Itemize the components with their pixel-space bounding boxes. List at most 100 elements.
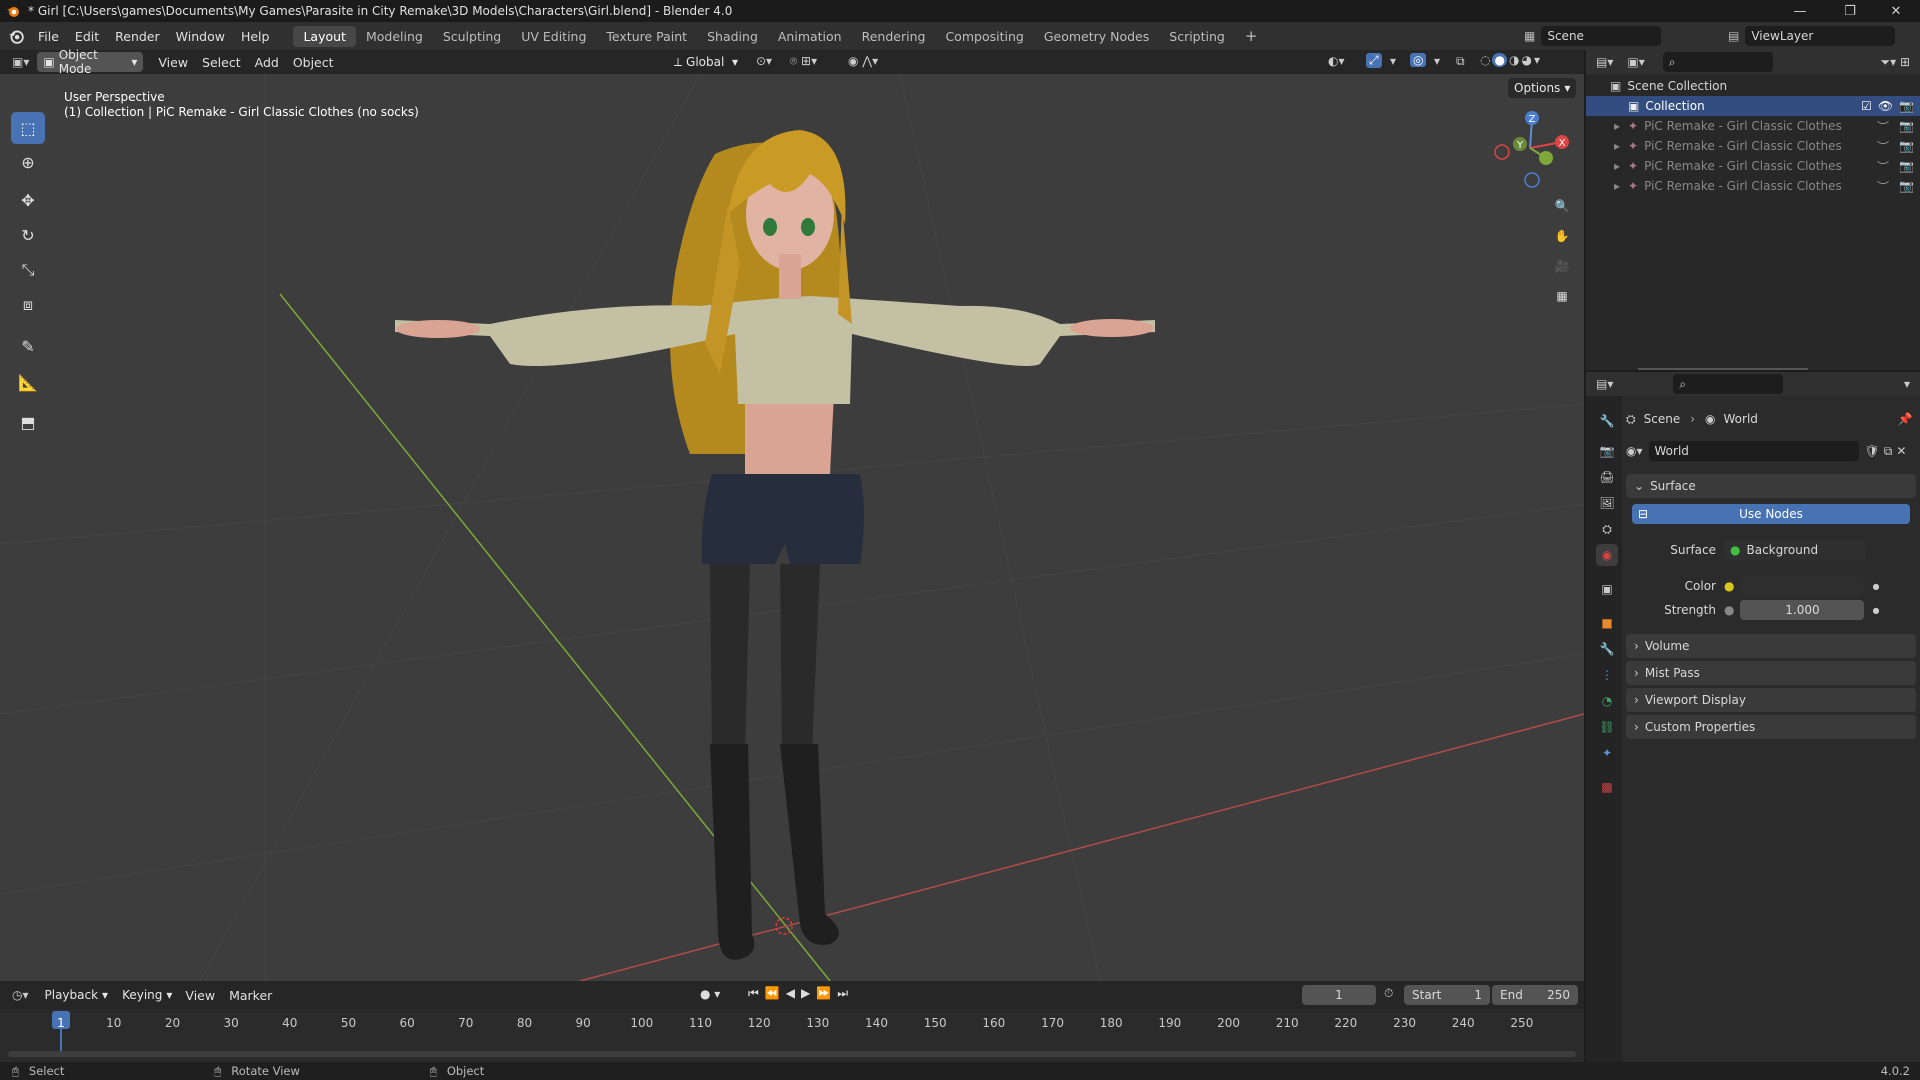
unlink-icon[interactable]: ✕ — [1896, 444, 1906, 458]
close-button[interactable]: ✕ — [1876, 0, 1916, 22]
tab-uv-editing[interactable]: UV Editing — [511, 26, 596, 47]
hidden-eye-icon[interactable]: ︶ — [1877, 158, 1889, 175]
visibility-eye-icon[interactable]: 👁 — [1878, 99, 1893, 113]
outliner-scene-collection[interactable]: ▣ Scene Collection — [1586, 76, 1920, 96]
pivot-icon[interactable]: ⊙▾ — [756, 54, 772, 68]
viewlayer-field[interactable]: ViewLayer — [1745, 26, 1896, 46]
end-frame-field[interactable]: End 250 — [1492, 985, 1578, 1005]
annotate-tool[interactable]: ✎ — [11, 330, 45, 362]
tab-modeling[interactable]: Modeling — [356, 26, 433, 47]
custom-properties-panel-header[interactable]: › Custom Properties — [1626, 715, 1916, 739]
expand-arrow-icon[interactable]: ▸ — [1614, 119, 1620, 133]
start-frame-field[interactable]: Start 1 — [1404, 985, 1490, 1005]
stopwatch-icon[interactable]: ⏱ — [1384, 986, 1393, 1001]
render-camera-icon[interactable]: 📷 — [1899, 179, 1914, 193]
tab-animation[interactable]: Animation — [768, 26, 852, 47]
render-camera-icon[interactable]: 📷 — [1899, 159, 1914, 173]
world-browse-icon[interactable]: ◉▾ — [1626, 444, 1643, 458]
playback-menu[interactable]: Playback ▾ — [38, 985, 115, 1005]
tab-layout[interactable]: Layout — [293, 25, 356, 47]
tab-view-layer-icon[interactable]: 🖼 — [1596, 492, 1618, 514]
editor-type-icon[interactable]: ▣▾ — [12, 55, 29, 69]
wireframe-shading-icon[interactable]: ◌ — [1480, 53, 1490, 67]
add-cube-tool[interactable]: ⬒ — [11, 406, 45, 438]
color-swatch[interactable] — [1740, 576, 1865, 596]
collection-checkbox-icon[interactable]: ☑ — [1861, 99, 1872, 113]
tab-shading[interactable]: Shading — [697, 26, 768, 47]
keyframe-dot-icon[interactable]: ● — [1872, 582, 1879, 591]
keyframe-dot-icon[interactable]: ● — [1872, 606, 1879, 615]
navigation-gizmo[interactable]: Z X Y — [1490, 108, 1570, 188]
select-box-tool[interactable]: ⬚ — [11, 112, 45, 144]
viewport-display-panel-header[interactable]: › Viewport Display — [1626, 688, 1916, 712]
outliner-item[interactable]: ▸ ✦ PiC Remake - Girl Classic Clothes no… — [1586, 176, 1920, 196]
hidden-eye-icon[interactable]: ︶ — [1877, 118, 1889, 135]
character-model[interactable] — [395, 130, 1155, 960]
tab-scene-icon[interactable]: ⛭ — [1596, 518, 1618, 540]
outliner-editor-icon[interactable]: ▤▾ — [1596, 55, 1613, 69]
timeline-view-menu[interactable]: View — [178, 988, 222, 1003]
tab-data-icon[interactable]: ✦ — [1596, 742, 1618, 764]
pin-icon[interactable]: 📌 — [1898, 412, 1913, 426]
overlay-dropdown-icon[interactable]: ▾ — [1434, 54, 1440, 68]
timeline-marker-menu[interactable]: Marker — [222, 988, 279, 1003]
tab-output-icon[interactable]: 🖨 — [1596, 466, 1618, 488]
timeline-scrollbar[interactable] — [8, 1051, 1576, 1057]
tab-sculpting[interactable]: Sculpting — [433, 26, 511, 47]
properties-editor-icon[interactable]: ▤▾ — [1596, 377, 1613, 391]
scene-field[interactable]: Scene — [1541, 26, 1662, 46]
tab-texture-paint[interactable]: Texture Paint — [596, 26, 697, 47]
prev-keyframe-icon[interactable]: ⏪ — [765, 986, 780, 1001]
play-icon[interactable]: ▶ — [801, 986, 810, 1001]
current-frame-field[interactable]: 1 — [1302, 985, 1376, 1005]
timeline-area[interactable]: 1 10 20 30 40 50 60 70 80 90 100 110 120 130 140 150 160… — [0, 1009, 1584, 1062]
scale-tool[interactable]: ⤡ — [11, 254, 45, 286]
outliner-search-input[interactable]: ⌕ — [1662, 52, 1773, 72]
mist-pass-panel-header[interactable]: › Mist Pass — [1626, 661, 1916, 685]
world-name-field[interactable]: World — [1648, 441, 1859, 461]
cursor-tool[interactable]: ⊕ — [11, 146, 45, 178]
tab-texture-icon[interactable]: ▩ — [1596, 776, 1618, 798]
play-reverse-icon[interactable]: ◀ — [786, 986, 795, 1001]
measure-tool[interactable]: 📐 — [11, 366, 45, 398]
tab-scripting[interactable]: Scripting — [1159, 26, 1235, 47]
3d-viewport[interactable]: User Perspective (1) Collection | PiC Re… — [0, 74, 1584, 981]
display-mode-icon[interactable]: ▣▾ — [1627, 55, 1644, 69]
use-nodes-button[interactable]: ⊟ Use Nodes — [1632, 504, 1910, 524]
zoom-icon[interactable]: 🔍 — [1550, 194, 1574, 218]
strength-field[interactable]: 1.000 — [1740, 600, 1865, 620]
surface-panel-header[interactable]: ⌄ Surface — [1626, 474, 1916, 498]
menu-view[interactable]: View — [151, 55, 195, 70]
menu-window[interactable]: Window — [168, 29, 233, 44]
tab-modifiers-icon[interactable]: 🔧 — [1596, 638, 1618, 660]
outliner-item[interactable]: ▸ ✦ PiC Remake - Girl Classic Clothes no… — [1586, 156, 1920, 176]
hidden-eye-icon[interactable]: ︶ — [1877, 178, 1889, 195]
record-icon[interactable]: ● ▾ — [700, 987, 720, 1001]
proportional-edit-icon[interactable]: ◉ ⋀▾ — [848, 54, 878, 68]
options-dropdown[interactable]: Options ▾ — [1508, 78, 1577, 98]
outliner-collection[interactable]: ▣ Collection ☑ 👁 📷 — [1586, 96, 1920, 116]
hidden-eye-icon[interactable]: ︶ — [1877, 138, 1889, 155]
rendered-shading-icon[interactable]: ◕ — [1521, 53, 1531, 67]
timeline-editor-icon[interactable]: ◷▾ — [12, 988, 29, 1002]
menu-render[interactable]: Render — [107, 29, 168, 44]
tab-compositing[interactable]: Compositing — [935, 26, 1033, 47]
ortho-grid-icon[interactable]: ▦ — [1550, 284, 1574, 308]
render-camera-icon[interactable]: 📷 — [1899, 99, 1914, 113]
fake-user-icon[interactable]: 🛡 — [1865, 444, 1880, 458]
gizmo-dropdown-icon[interactable]: ▾ — [1390, 54, 1396, 68]
tab-geometry-nodes[interactable]: Geometry Nodes — [1034, 26, 1159, 47]
expand-arrow-icon[interactable]: ▸ — [1614, 159, 1620, 173]
tab-collection-icon[interactable]: ▣ — [1596, 578, 1618, 600]
menu-select[interactable]: Select — [195, 55, 248, 70]
snap-icon[interactable]: ⌾ ⊞▾ — [790, 54, 817, 69]
duplicate-icon[interactable]: ⧉ — [1884, 444, 1893, 459]
gizmo-toggle-icon[interactable]: ⤢ — [1366, 53, 1382, 68]
tab-rendering[interactable]: Rendering — [852, 26, 936, 47]
outliner-item[interactable]: ▸ ✦ PiC Remake - Girl Classic Clothes (s… — [1586, 136, 1920, 156]
xray-icon[interactable]: ⧉ — [1456, 54, 1465, 69]
solid-shading-icon[interactable]: ● — [1492, 53, 1507, 67]
surface-shader-field[interactable]: ● Background — [1724, 540, 1866, 560]
menu-file[interactable]: File — [30, 29, 67, 44]
shading-dropdown-icon[interactable]: ▾ — [1534, 53, 1540, 67]
